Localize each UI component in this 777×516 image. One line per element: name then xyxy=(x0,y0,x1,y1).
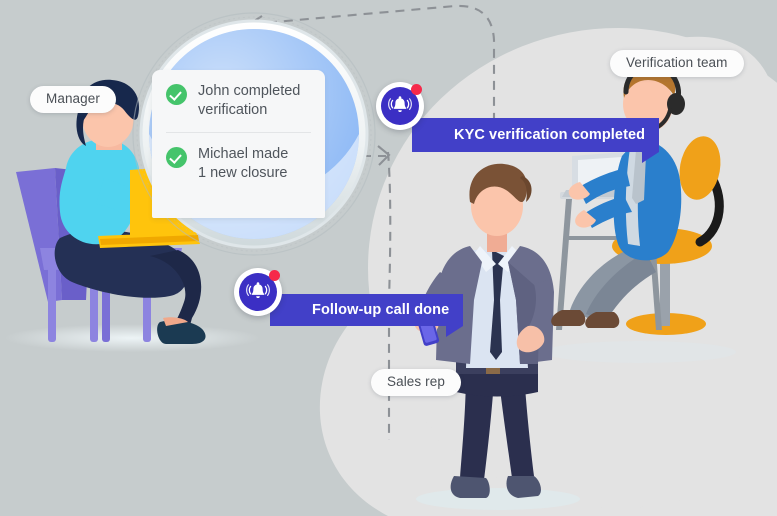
badge-tail xyxy=(446,326,464,337)
floor-shadow-left xyxy=(4,324,260,352)
kyc-badge-label: KYC verification completed xyxy=(454,126,646,143)
notification-item: Michael made 1 new closure xyxy=(152,133,325,183)
notification-line-1: John completed xyxy=(198,83,301,99)
floor-shadow-right xyxy=(544,341,736,363)
sales-rep-label: Sales rep xyxy=(371,369,461,396)
notification-line-2: 1 new closure xyxy=(198,164,288,181)
notification-item-text: John completed verification xyxy=(198,82,300,120)
check-circle-icon xyxy=(166,146,187,168)
bell-glyph xyxy=(246,282,270,298)
badge-tail xyxy=(642,152,660,163)
manager-label: Manager xyxy=(30,86,116,113)
kyc-badge[interactable]: KYC verification completed xyxy=(412,118,660,163)
followup-badge-label: Follow-up call done xyxy=(312,301,450,318)
notification-item-text: Michael made 1 new closure xyxy=(198,145,288,183)
notification-dot xyxy=(411,84,422,95)
illustration-canvas: John completed verification Michael made… xyxy=(0,0,777,516)
kyc-bell-button[interactable] xyxy=(376,82,424,130)
verification-team-label: Verification team xyxy=(610,50,744,77)
notification-card: John completed verification Michael made… xyxy=(152,70,325,218)
floor-shadow-center xyxy=(416,488,580,510)
followup-badge[interactable]: Follow-up call done xyxy=(270,294,464,337)
followup-bell-button[interactable] xyxy=(234,268,282,316)
scene-background xyxy=(0,0,777,516)
notification-dot xyxy=(269,270,280,281)
notification-item: John completed verification xyxy=(152,70,325,120)
notification-line-1: Michael made xyxy=(198,145,289,162)
notification-line-2: verification xyxy=(198,101,268,118)
check-circle-icon xyxy=(166,84,187,105)
bell-glyph xyxy=(388,96,412,112)
